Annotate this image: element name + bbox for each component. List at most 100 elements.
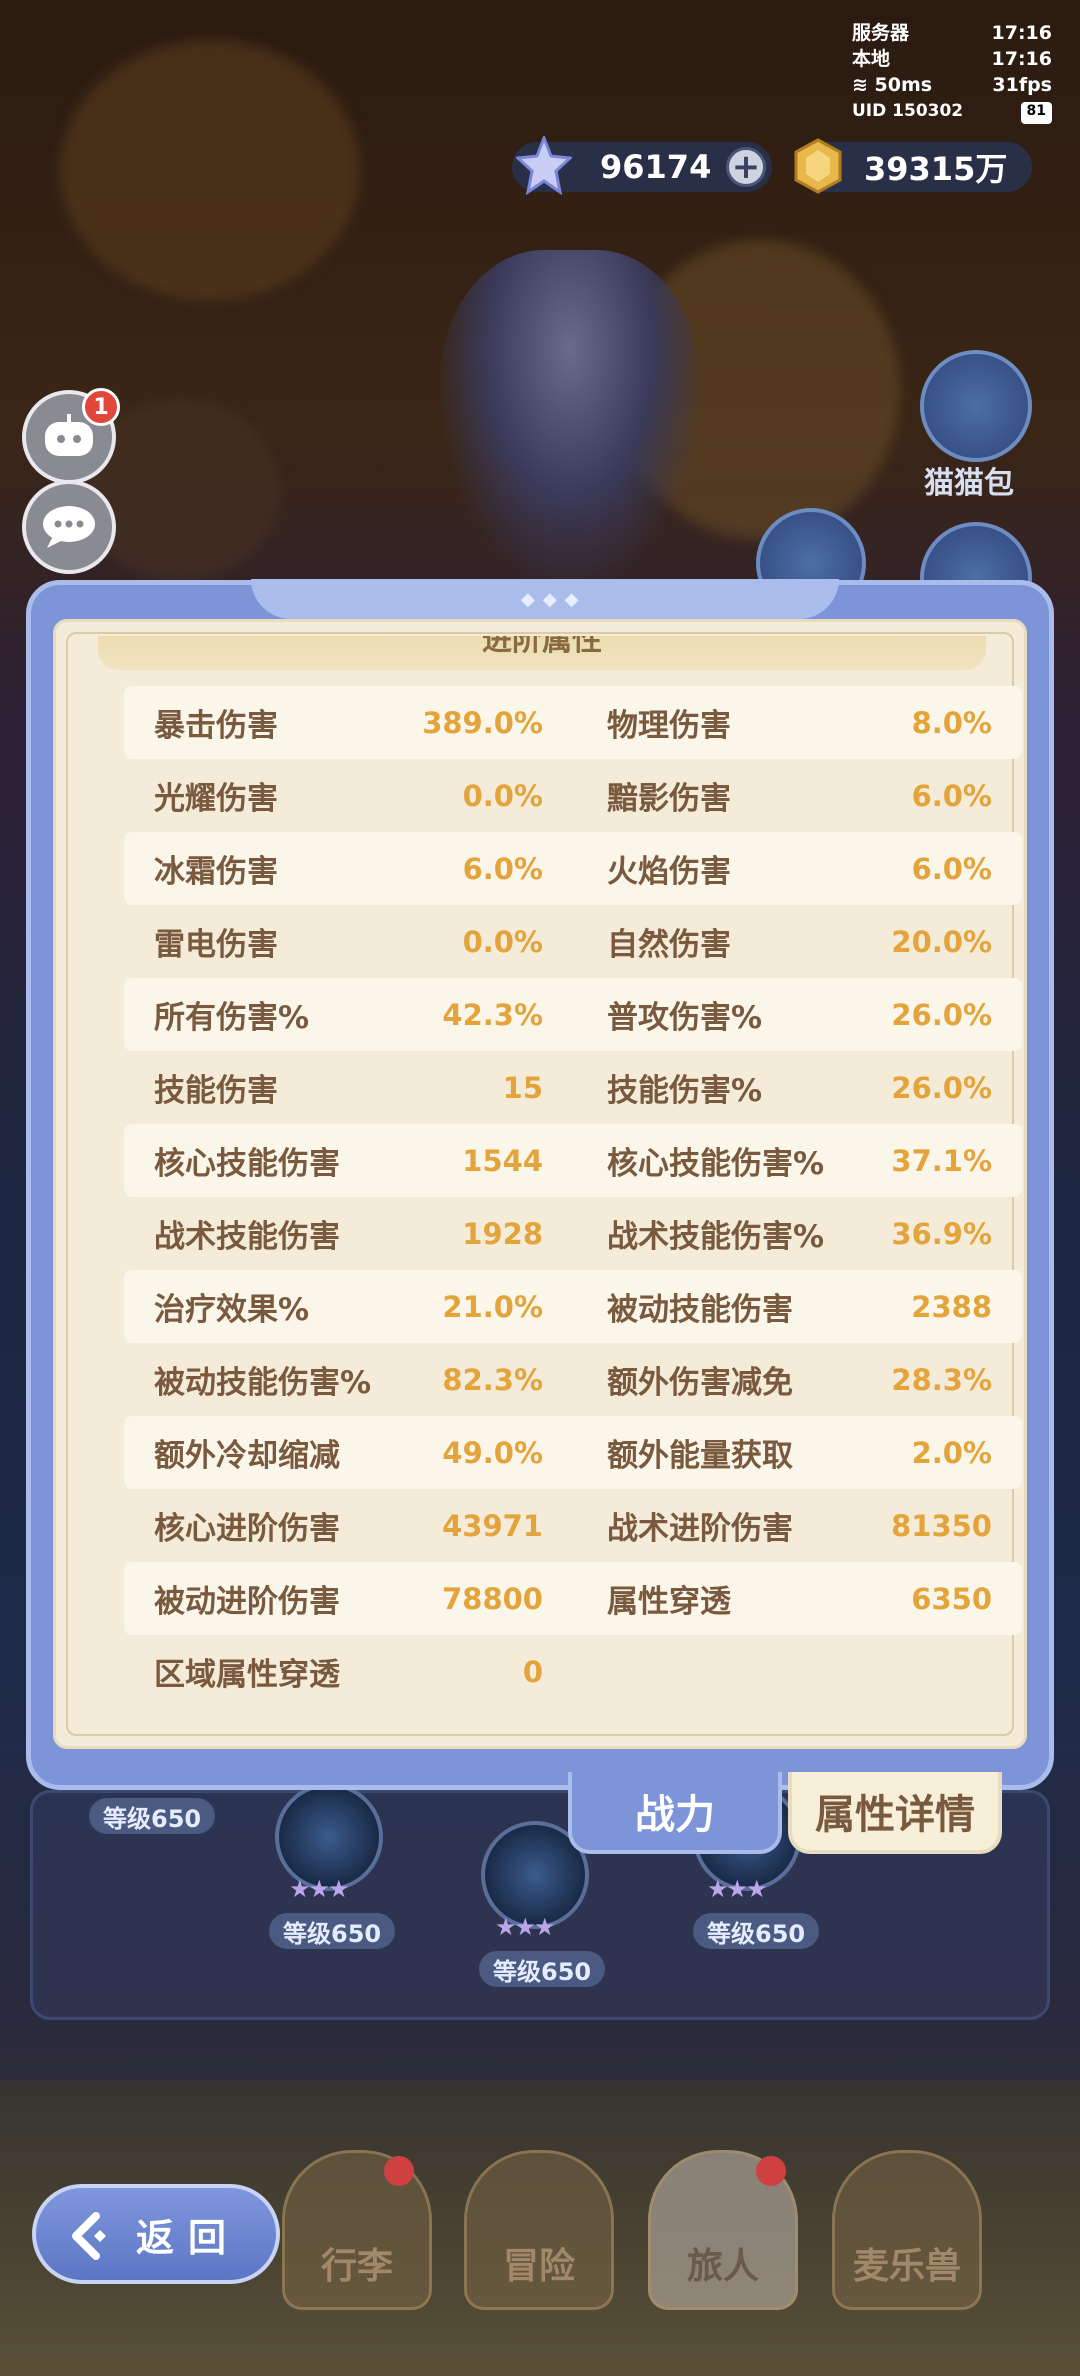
stat-label: 战术进阶伤害 — [607, 1511, 793, 1547]
stat-cell: 光耀伤害 0.0% — [124, 773, 573, 818]
section-title: 进阶属性 — [482, 636, 602, 658]
stat-value: 28.3% — [891, 1362, 992, 1397]
stat-cell: 物理伤害 8.0% — [573, 700, 1022, 745]
stat-value: 0 — [522, 1654, 543, 1689]
stat-cell: 冰霜伤害 6.0% — [124, 846, 573, 891]
stat-row: 冰霜伤害 6.0% 火焰伤害 6.0% — [124, 832, 1022, 905]
ping: ≋ 50ms — [852, 74, 933, 96]
stat-value: 15 — [502, 1070, 543, 1105]
stat-cell: 核心技能伤害% 37.1% — [573, 1138, 1022, 1183]
wifi-icon: ≋ — [852, 74, 868, 96]
chat-button[interactable] — [22, 480, 116, 574]
stat-value: 8.0% — [911, 705, 992, 740]
fps: 31fps — [992, 74, 1052, 96]
stat-label: 核心进阶伤害 — [154, 1511, 340, 1547]
stat-label: 暴击伤害 — [154, 708, 278, 744]
stat-cell: 普攻伤害% 26.0% — [573, 992, 1022, 1037]
stat-value: 81350 — [891, 1508, 992, 1543]
tab-power-label: 战力 — [635, 1792, 715, 1838]
stat-value: 37.1% — [891, 1143, 992, 1178]
tab-attribute-detail[interactable]: 属性详情 — [788, 1772, 1002, 1854]
stat-cell: 暴击伤害 389.0% — [124, 700, 573, 745]
server-time: 17:16 — [991, 22, 1052, 44]
stat-label: 技能伤害% — [607, 1073, 763, 1109]
stat-row: 被动进阶伤害 78800 属性穿透 6350 — [124, 1562, 1022, 1635]
star-rating-icon: ★★★ — [707, 1875, 768, 1903]
stat-label: 技能伤害 — [154, 1073, 278, 1109]
stat-cell: 自然伤害 20.0% — [573, 919, 1022, 964]
stat-cell: 治疗效果% 21.0% — [124, 1284, 573, 1329]
stat-cell: 被动技能伤害% 82.3% — [124, 1357, 573, 1402]
gem-currency: 96174 + — [512, 136, 772, 196]
stat-value: 82.3% — [442, 1362, 543, 1397]
stat-row: 区域属性穿透 0 — [124, 1635, 1022, 1708]
stat-value: 0.0% — [462, 778, 543, 813]
stat-label: 光耀伤害 — [154, 781, 278, 817]
stat-label: 火焰伤害 — [607, 854, 731, 890]
stat-row: 所有伤害% 42.3% 普攻伤害% 26.0% — [124, 978, 1022, 1051]
stat-cell: 火焰伤害 6.0% — [573, 846, 1022, 891]
stat-value: 6.0% — [462, 851, 543, 886]
stat-row: 核心技能伤害 1544 核心技能伤害% 37.1% — [124, 1124, 1022, 1197]
stat-cell: 额外能量获取 2.0% — [573, 1430, 1022, 1475]
nav-notification-dot — [756, 2156, 786, 2186]
stat-row: 技能伤害 15 技能伤害% 26.0% — [124, 1051, 1022, 1124]
coin-currency: 39315万 — [794, 138, 1032, 194]
back-arrow-icon — [72, 2212, 106, 2260]
diamond-ornament-icon: ◆◆◆ — [521, 589, 587, 610]
star-rating-icon: ★★★ — [289, 1875, 350, 1903]
nav-luggage-label: 行李 — [320, 2246, 393, 2287]
stat-value: 1928 — [462, 1216, 543, 1251]
nav-pets-label: 麦乐兽 — [852, 2246, 961, 2287]
status-hud: 服务器 17:16 本地 17:16 ≋ 50ms 31fps UID 150302 8… — [852, 20, 1052, 124]
stat-value: 0.0% — [462, 924, 543, 959]
local-label: 本地 — [852, 48, 891, 70]
stat-row: 治疗效果% 21.0% 被动技能伤害 2388 — [124, 1270, 1022, 1343]
robot-menu-button[interactable]: 1 — [22, 388, 120, 484]
stats-panel-body[interactable]: 进阶属性 暴击伤害 389.0% 物理伤害 8.0% 光耀伤害 0.0% 黯影伤害 6.0% 冰… — [53, 619, 1027, 1749]
stat-label: 所有伤害% — [154, 1000, 310, 1036]
stat-value: 49.0% — [442, 1435, 543, 1470]
stat-row: 核心进阶伤害 43971 战术进阶伤害 81350 — [124, 1489, 1022, 1562]
stat-row: 战术技能伤害 1928 战术技能伤害% 36.9% — [124, 1197, 1022, 1270]
skill-level-badge: 等级650 — [89, 1798, 216, 1834]
stat-value: 389.0% — [422, 705, 543, 740]
tab-power[interactable]: 战力 — [568, 1772, 782, 1854]
stat-value: 1544 — [462, 1143, 543, 1178]
stat-label: 物理伤害 — [607, 708, 731, 744]
back-button[interactable]: 返回 — [32, 2184, 280, 2284]
add-gems-button[interactable]: + — [726, 147, 766, 187]
stat-label: 冰霜伤害 — [154, 854, 278, 890]
stat-value: 78800 — [442, 1581, 543, 1616]
gem-amount: 96174 — [600, 148, 712, 186]
nav-pets[interactable]: 麦乐兽 — [832, 2150, 982, 2310]
skill-level-badge: 等级650 — [269, 1913, 396, 1949]
stat-row: 暴击伤害 389.0% 物理伤害 8.0% — [124, 686, 1022, 759]
stat-cell: 额外伤害减免 28.3% — [573, 1357, 1022, 1402]
stat-label: 被动技能伤害 — [607, 1292, 793, 1328]
notification-badge: 1 — [82, 388, 120, 426]
cat-bag-icon[interactable] — [920, 350, 1032, 462]
stat-value: 20.0% — [891, 924, 992, 959]
skill-level-badge: 等级650 — [693, 1913, 820, 1949]
stat-value: 43971 — [442, 1508, 543, 1543]
nav-adventure[interactable]: 冒险 — [464, 2150, 614, 2310]
stat-value: 36.9% — [891, 1216, 992, 1251]
stat-label: 被动技能伤害% — [154, 1365, 372, 1401]
stat-label: 核心技能伤害% — [607, 1146, 825, 1182]
stat-cell: 核心进阶伤害 43971 — [124, 1503, 573, 1548]
stat-cell: 战术进阶伤害 81350 — [573, 1503, 1022, 1548]
stat-label: 区域属性穿透 — [154, 1657, 340, 1693]
stat-label: 雷电伤害 — [154, 927, 278, 963]
stat-label: 核心技能伤害 — [154, 1146, 340, 1182]
stat-value: 6.0% — [911, 778, 992, 813]
stats-panel: ◆◆◆ 进阶属性 暴击伤害 389.0% 物理伤害 8.0% 光耀伤害 0.0% 黯影伤害 6… — [26, 579, 1054, 1790]
uid: UID 150302 — [852, 101, 964, 121]
stat-value: 26.0% — [891, 997, 992, 1032]
section-header: 进阶属性 — [98, 636, 986, 670]
stat-value: 6350 — [911, 1581, 992, 1616]
battery-indicator: 81 — [1020, 102, 1052, 124]
cat-bag-label: 猫猫包 — [924, 466, 1014, 501]
stat-label: 黯影伤害 — [607, 781, 731, 817]
stat-cell: 技能伤害 15 — [124, 1065, 573, 1110]
